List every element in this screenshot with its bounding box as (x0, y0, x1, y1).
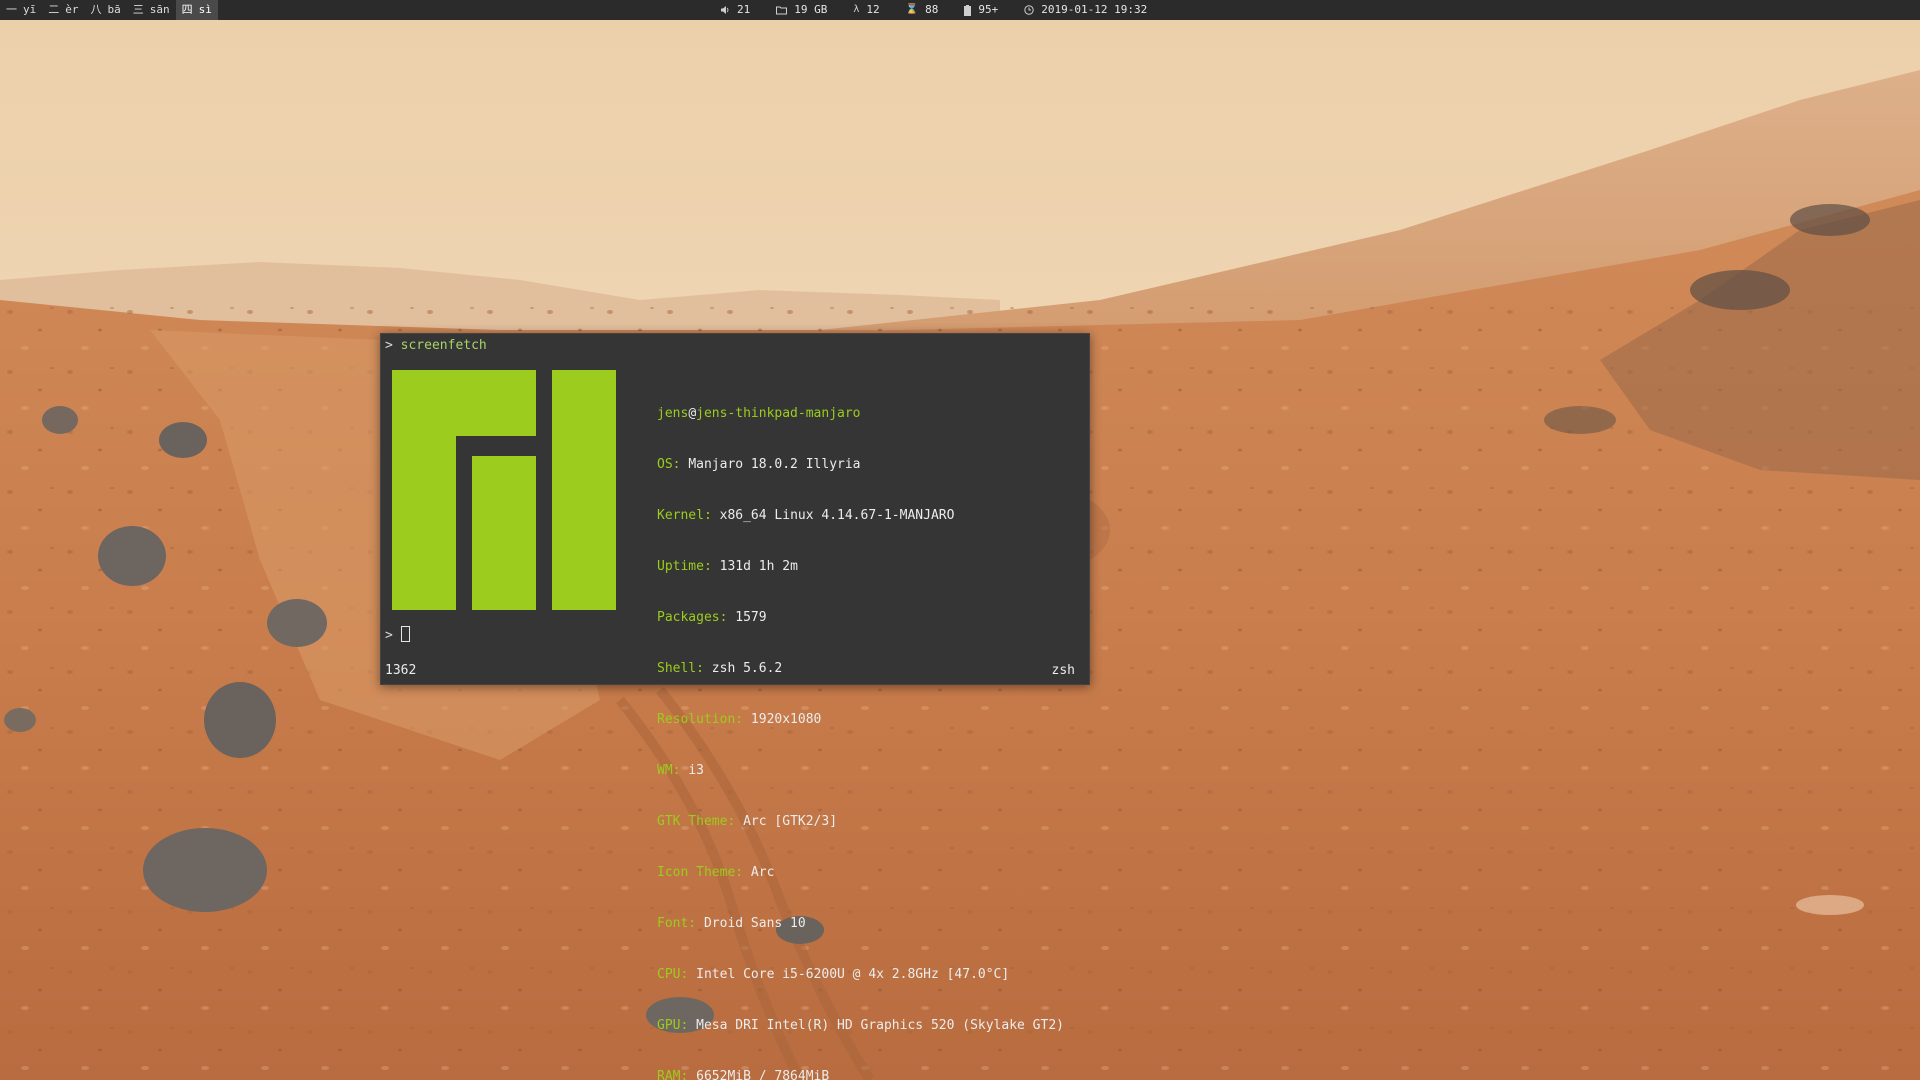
info-key: OS: (657, 457, 681, 472)
info-key: Icon Theme: (657, 865, 744, 880)
info-key: RAM: (657, 1069, 689, 1080)
workspace-4[interactable]: 三 sān (127, 0, 176, 20)
status-blocks: 21 19 GB λ 12 ⌛ 88 95+ 2019-01-12 19:32 (720, 0, 1173, 20)
info-row: Uptime: 131d 1h 2m (657, 558, 1064, 575)
workspace-1-label: yī (23, 3, 37, 16)
info-key: Packages: (657, 610, 728, 625)
disk-block[interactable]: 19 GB (776, 0, 827, 20)
workspace-3-glyph: 八 (90, 3, 102, 16)
info-value: Intel Core i5-6200U @ 4x 2.8GHz [47.0°C] (696, 967, 1010, 982)
info-value: zsh 5.6.2 (711, 661, 783, 676)
info-value: 6652MiB / 7864MiB (696, 1069, 830, 1080)
system-info: jens@jens-thinkpad-manjaro OS: Manjaro 1… (657, 371, 1064, 1080)
info-value: Droid Sans 10 (703, 916, 806, 931)
workspace-2[interactable]: 二 èr (42, 0, 84, 20)
workspace-4-label: sān (149, 3, 170, 16)
prompt-symbol: > (385, 338, 393, 353)
folder-icon (776, 6, 788, 15)
info-row: RAM: 6652MiB / 7864MiB (657, 1068, 1064, 1080)
workspace-4-glyph: 三 (132, 3, 144, 16)
at-symbol: @ (688, 406, 697, 421)
disk-value: 19 GB (794, 3, 828, 16)
clock-block[interactable]: 2019-01-12 19:32 (1024, 0, 1147, 20)
workspace-2-label: èr (65, 3, 79, 16)
info-value: Mesa DRI Intel(R) HD Graphics 520 (Skyla… (696, 1018, 1064, 1033)
workspace-2-glyph: 二 (48, 3, 60, 16)
info-row: OS: Manjaro 18.0.2 Illyria (657, 456, 1064, 473)
top-status-bar: 一 yī 二 èr 八 bā 三 sān 四 sì 21 19 GB λ 12 … (0, 0, 1920, 20)
lambda-value: 12 (866, 3, 880, 16)
volume-block[interactable]: 21 (720, 0, 750, 20)
workspace-1[interactable]: 一 yī (0, 0, 42, 20)
info-row: CPU: Intel Core i5-6200U @ 4x 2.8GHz [47… (657, 966, 1064, 983)
info-row: Font: Droid Sans 10 (657, 915, 1064, 932)
info-value: x86_64 Linux 4.14.67-1-MANJARO (719, 508, 955, 523)
sigma-block[interactable]: ⌛ 88 (906, 0, 939, 20)
info-value: Arc (750, 865, 775, 880)
battery-icon (964, 4, 972, 16)
username: jens (657, 406, 689, 421)
workspace-3-label: bā (107, 3, 121, 16)
datetime-value: 2019-01-12 19:32 (1041, 3, 1148, 16)
hostname: jens-thinkpad-manjaro (696, 406, 861, 421)
clock-icon (1024, 5, 1034, 15)
info-key: Resolution: (657, 712, 744, 727)
manjaro-logo (392, 370, 616, 610)
info-key: GPU: (657, 1018, 689, 1033)
workspace-3[interactable]: 八 bā (85, 0, 127, 20)
input-line[interactable]: > (385, 626, 410, 644)
speaker-icon (721, 6, 729, 14)
info-row: Kernel: x86_64 Linux 4.14.67-1-MANJARO (657, 507, 1064, 524)
workspace-5-active[interactable]: 四 sì (175, 0, 218, 20)
info-key: Uptime: (657, 559, 712, 574)
user-host-line: jens@jens-thinkpad-manjaro (657, 405, 1064, 422)
info-row: Resolution: 1920x1080 (657, 711, 1064, 728)
info-key: WM: (657, 763, 681, 778)
workspace-1-glyph: 一 (6, 3, 17, 16)
info-row: WM: i3 (657, 762, 1064, 779)
lambda-block[interactable]: λ 12 (853, 0, 879, 20)
info-key: Shell: (657, 661, 704, 676)
info-key: GTK Theme: (657, 814, 736, 829)
command-text: screenfetch (400, 338, 487, 353)
info-key: CPU: (657, 967, 689, 982)
workspace-5-label: sì (198, 3, 212, 16)
battery-value: 95+ (978, 3, 999, 16)
info-value: Manjaro 18.0.2 Illyria (688, 457, 861, 472)
info-row: Icon Theme: Arc (657, 864, 1064, 881)
info-value: Arc [GTK2/3] (743, 814, 838, 829)
terminal-window[interactable]: > screenfetch jens@jens-thinkpad-manjaro… (380, 333, 1090, 1080)
info-value: 1920x1080 (750, 712, 822, 727)
prompt-symbol-2: > (385, 628, 393, 643)
workspace-5-glyph: 四 (181, 3, 193, 16)
terminal-status-left: 1362 (385, 663, 417, 678)
info-value: 131d 1h 2m (719, 559, 798, 574)
info-row: GTK Theme: Arc [GTK2/3] (657, 813, 1064, 830)
info-key: Kernel: (657, 508, 712, 523)
command-line: > screenfetch (385, 337, 487, 354)
lambda-icon: λ (853, 4, 860, 15)
info-value: i3 (688, 763, 704, 778)
text-cursor (400, 626, 410, 642)
workspace-switcher: 一 yī 二 èr 八 bā 三 sān 四 sì (0, 0, 218, 20)
info-key: Font: (657, 916, 697, 931)
info-row: Packages: 1579 (657, 609, 1064, 626)
sigma-value: 88 (925, 3, 939, 16)
info-value: 1579 (735, 610, 767, 625)
info-row: Shell: zsh 5.6.2 (657, 660, 1064, 677)
terminal-status-right: zsh (1051, 663, 1075, 678)
info-row: GPU: Mesa DRI Intel(R) HD Graphics 520 (… (657, 1017, 1064, 1034)
volume-value: 21 (737, 3, 751, 16)
battery-block[interactable]: 95+ (964, 0, 998, 20)
hourglass-icon: ⌛ (905, 4, 919, 15)
